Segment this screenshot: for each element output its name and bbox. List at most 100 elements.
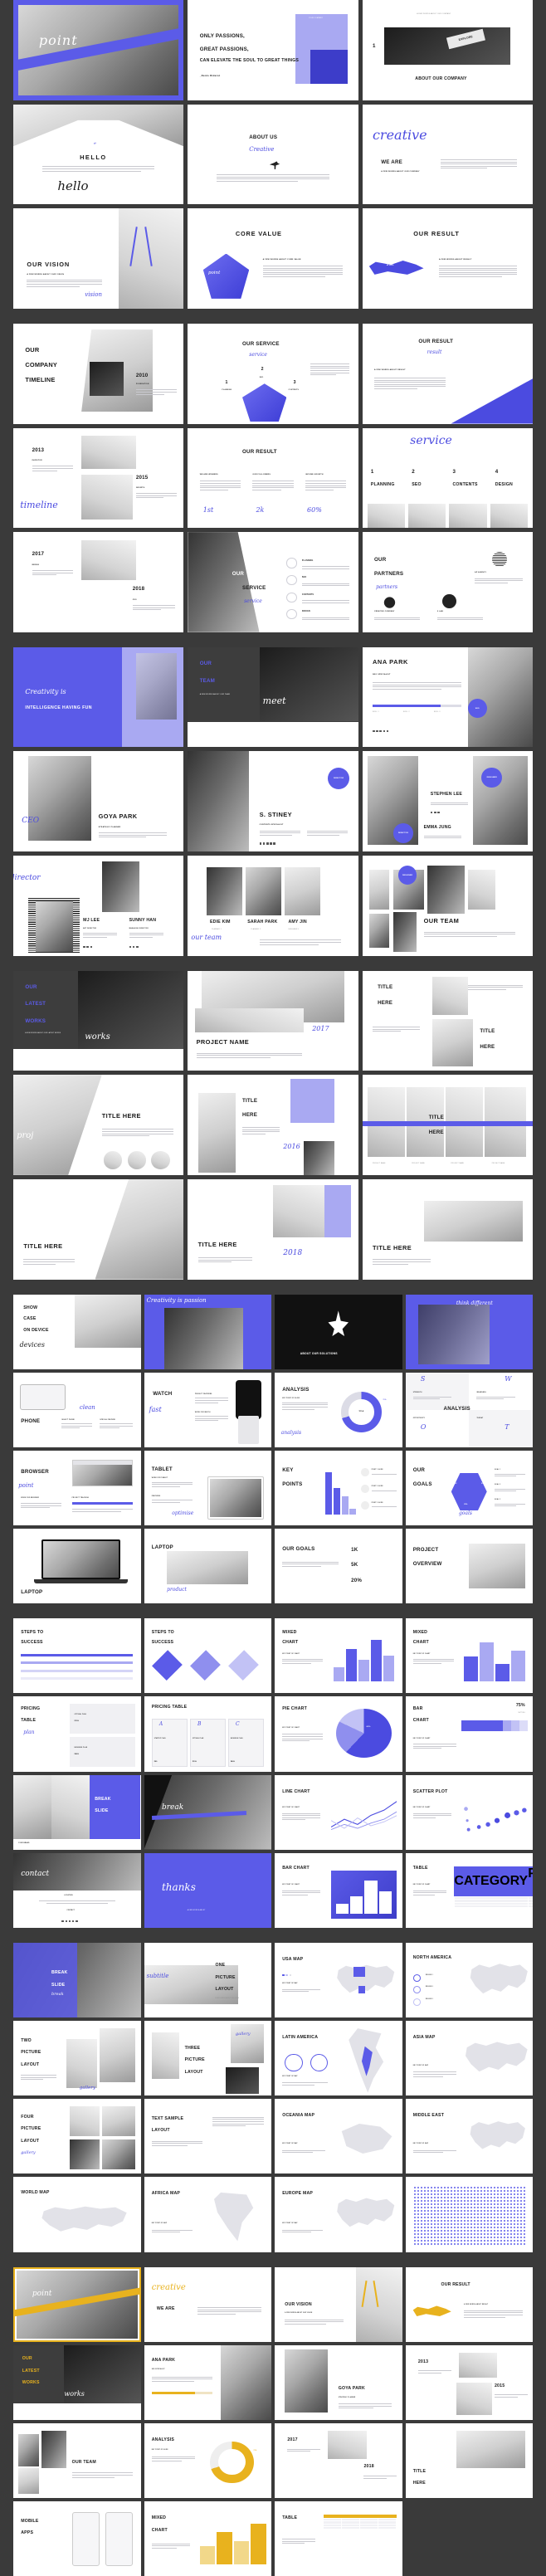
slide-gold-cover[interactable]: point	[13, 2266, 141, 2342]
slide-thanks[interactable]: thanks A FEW WORDS ABOUT	[144, 1852, 271, 1928]
slide-creative[interactable]: creative WE ARE A FEW WORDS ABOUT OUR CO…	[362, 104, 533, 205]
slide-break-slide-maps[interactable]: BREAK SLIDE break	[13, 1942, 141, 2018]
slide-analysis-donut[interactable]: ANALYSIS KEY POINT OF SLIDE TITLE 70% an…	[275, 1372, 402, 1447]
slide-project-name[interactable]: PROJECT NAME 2017	[188, 970, 358, 1071]
ana-social-icons[interactable]	[372, 729, 389, 733]
slide-europe-map[interactable]: EUROPE MAP KEY POINT OF MAP	[275, 2177, 402, 2252]
slide-watch[interactable]: WATCH fast PROJECT FEATURES WORK FOR WAT…	[144, 1372, 271, 1447]
slide-bar-chart-top[interactable]: BAR CHART 75% SETTING KEY POINT OF CHART	[405, 1696, 533, 1772]
slide-our-goals-stats[interactable]: OUR GOALS 1K 5K 20%	[275, 1529, 402, 1604]
slide-our-result[interactable]: OUR RESULT 1st A FEW WORDS ABOUT RESULT	[362, 208, 533, 309]
slide-pie-chart[interactable]: PIE CHART KEY POINT OF CHART 62%	[275, 1696, 402, 1772]
slide-ana-park[interactable]: ANA PARK SEO SPECIALIST SKILL 1 SKILL 2 …	[362, 646, 533, 748]
slide-our-partners[interactable]: OUR PARTNERS partners AP AGENCY CREATIVE…	[362, 532, 533, 632]
slide-core-value[interactable]: CORE VALUE point A FEW WORDS ABOUT CORE …	[188, 208, 358, 309]
slide-tablet[interactable]: TABLET WORK FOR TABLET FEATURES optimise	[144, 1450, 271, 1526]
slide-key-points[interactable]: KEY POINTS POINT 1 SLIDE POINT 2 SLIDE P…	[275, 1450, 402, 1526]
slide-mixed-chart-2[interactable]: MIXED CHART KEY POINT OF CHART	[405, 1618, 533, 1694]
slide-text-sample[interactable]: TEXT SAMPLE LAYOUT	[144, 2099, 271, 2174]
slide-middle-east-map[interactable]: MIDDLE EAST KEY POINT OF MAP	[405, 2099, 533, 2174]
slide-stephen-emma[interactable]: STEPHEN LEE EMMA JUNG DESIGNER DIRECTOR	[362, 751, 533, 851]
slide-latin-america-map[interactable]: LATIN AMERICA KEY POINT OF MAP	[275, 2021, 402, 2096]
slide-title-here-3[interactable]: TITLE HERE	[13, 1178, 184, 1280]
slide-africa-map[interactable]: AFRICA MAP KEY POINT OF MAP	[144, 2177, 271, 2252]
slide-pricing-table-1[interactable]: PRICING TABLE plan OPTIMAL PLAN $199 BUS…	[13, 1696, 141, 1772]
slide-gold-analysis[interactable]: ANALYSIS KEY POINT OF SLIDE 70%	[144, 2422, 271, 2499]
slide-usa-map[interactable]: USA MAP KEY POINT OF MAP	[275, 1942, 402, 2018]
slide-directors[interactable]: director MJ LEE ART DIRECTOR SUNNY HAN M…	[13, 856, 184, 956]
slide-gold-our-result[interactable]: OUR RESULT A FEW WORDS ABOUT RESULT	[405, 2266, 533, 2342]
slide-gold-timeline-2[interactable]: 2017 2018	[275, 2422, 402, 2499]
slide-contact[interactable]: contact LOCATION CONTACT	[13, 1852, 141, 1928]
slide-gold-title-here[interactable]: TITLE HERE	[405, 2422, 533, 2499]
slide-mockup-person[interactable]: Creativity is passion	[144, 1294, 271, 1369]
slide-gold-our-vision[interactable]: OUR VISION A FEW WORDS ABOUT OUR VISION	[275, 2266, 402, 2342]
slide-laptop[interactable]: LAPTOP	[13, 1529, 141, 1604]
slide-s-stiney[interactable]: S. STINEY CONTENTS SPECIALIST DIRECTOR	[188, 751, 358, 851]
slide-our-service[interactable]: OUR SERVICE service 1 PLANNING 2 SEO 3 C…	[188, 323, 358, 424]
slide-our-team-3[interactable]: EDIE KIM PLANNER 1 SARAH PARK PLANNER 2 …	[188, 856, 358, 956]
slide-meet-our-team[interactable]: OUR TEAM A FEW WORDS ABOUT OUR TEAM meet	[188, 646, 358, 748]
slide-gold-mixed-chart[interactable]: MIXED CHART	[144, 2501, 271, 2576]
slide-about-solutions[interactable]: ABOUT OUR SOLUTIONS	[275, 1294, 402, 1369]
slide-break-photo[interactable]: break	[144, 1774, 271, 1850]
slide-north-america-map[interactable]: NORTH AMERICA REGION 1 REGION 2 REGION 3	[405, 1942, 533, 2018]
slide-quote[interactable]: YOUR COMPANY ONLY PASSIONS, GREAT PASSIO…	[188, 0, 358, 100]
slide-timeline-2013[interactable]: 2013 INVESTOR 2015 GROWTH timeline	[13, 427, 184, 529]
contact-social-icons[interactable]	[61, 1920, 78, 1923]
slide-hello[interactable]: “ HELLO hello	[13, 104, 184, 205]
slide-latest-works[interactable]: OUR LATEST WORKS A FEW WORDS ABOUT OUR L…	[13, 970, 184, 1071]
slide-four-picture-layout[interactable]: FOUR PICTURE LAYOUT gallery	[13, 2099, 141, 2174]
slide-one-picture-layout[interactable]: subtitle ONE PICTURE LAYOUT A FEW WORDS …	[144, 1942, 271, 2018]
slide-our-result-chart[interactable]: OUR RESULT result A FEW WORDS ABOUT RESU…	[362, 323, 533, 424]
slide-title-here-2016[interactable]: TITLE HERE 2016	[188, 1075, 358, 1175]
slide-our-goals[interactable]: OUR GOALS 1X 5X 20% GOAL 1 GOAL 2 GOAL 3…	[405, 1450, 533, 1526]
slide-scatter-plot[interactable]: SCATTER PLOT KEY POINT OF CHART	[405, 1774, 533, 1850]
slide-gold-goya-park[interactable]: GOYA PARK STRATEGIC PLANNER	[275, 2344, 402, 2420]
slide-laptop-2[interactable]: LAPTOP product	[144, 1529, 271, 1604]
slide-browser[interactable]: BROWSER point WORK FOR BROWSER PROJECT T…	[13, 1450, 141, 1526]
slide-timeline-2017[interactable]: 2017 MERGE 2018 CEO	[13, 532, 184, 632]
slide-table[interactable]: TABLE KEY POINT OF CHART CATEGORY PRODUC…	[405, 1852, 533, 1928]
stiney-social-icons[interactable]	[259, 842, 275, 845]
slide-cover[interactable]: point	[13, 0, 184, 100]
slide-company-timeline[interactable]: OUR COMPANY TIMELINE 2010 FOUNDATION	[13, 323, 184, 424]
slide-gold-our-team[interactable]: OUR TEAM	[13, 2422, 141, 2499]
slide-service-4[interactable]: service 1 PLANNING 2 SEO 3 CONTENTS 4 DE…	[362, 427, 533, 529]
slide-title-here-5[interactable]: TITLE HERE	[362, 1178, 533, 1280]
mjlee-social-icons[interactable]	[83, 945, 93, 949]
slide-gold-latest-works[interactable]: OUR LATEST WORKS works	[13, 2344, 141, 2420]
slide-title-here-4[interactable]: TITLE HERE 2018	[188, 1178, 358, 1280]
slide-project-overview[interactable]: PROJECT OVERVIEW	[405, 1529, 533, 1604]
slide-asia-map[interactable]: ASIA MAP KEY POINT OF MAP	[405, 2021, 533, 2096]
slide-line-chart[interactable]: LINE CHART KEY POINT OF CHART	[275, 1774, 402, 1850]
slide-our-vision[interactable]: OUR VISION A FEW WORDS ABOUT OUR VISION …	[13, 208, 184, 309]
slide-dot-pattern[interactable]	[405, 2177, 533, 2252]
slide-steps-to-success-1[interactable]: STEPS TO SUCCESS	[13, 1618, 141, 1694]
slide-gold-table[interactable]: TABLE	[275, 2501, 402, 2576]
slide-gold-creative[interactable]: creative WE ARE	[144, 2266, 271, 2342]
sunnyhan-social-icons[interactable]	[129, 945, 139, 949]
slide-show-case[interactable]: SHOW CASE ON DEVICE devices	[13, 1294, 141, 1369]
slide-our-service-list[interactable]: OUR SERVICE service PLANNING SEO CONTENT…	[188, 532, 358, 632]
slide-phone[interactable]: clean PHONE SELECT PHONE SPECIAL FEATURE	[13, 1372, 141, 1447]
slide-result-stats[interactable]: OUR RESULT WE ARE WINNERS 1st OUR FOLLOW…	[188, 427, 358, 529]
slide-think-different[interactable]: think different	[405, 1294, 533, 1369]
slide-three-picture-layout[interactable]: THREE PICTURE LAYOUT gallery	[144, 2021, 271, 2096]
slide-break-slide[interactable]: BREAK SLIDE YOUR BRAND	[13, 1774, 141, 1850]
slide-creativity-quote[interactable]: Creativity is INTELLIGENCE HAVING FUN	[13, 646, 184, 748]
slide-swot-analysis[interactable]: S STRENGTH W WEAKNESS ANALYSIS O OPPORTU…	[405, 1372, 533, 1447]
stephen-social-icons[interactable]	[430, 811, 440, 814]
slide-oceania-map[interactable]: OCEANIA MAP KEY POINT OF MAP	[275, 2099, 402, 2174]
slide-pricing-table-2[interactable]: PRICING TABLE A STARTUP PLAN $99 B OPTIM…	[144, 1696, 271, 1772]
slide-bar-chart-2[interactable]: BAR CHART KEY POINT OF CHART	[275, 1852, 402, 1928]
slide-gold-timeline[interactable]: 2013 2015	[405, 2344, 533, 2420]
slide-title-here-1[interactable]: TITLE HERE TITLE HERE	[362, 970, 533, 1071]
slide-gold-mobile-apps[interactable]: MOBILE APPS	[13, 2501, 141, 2576]
slide-our-team-grid[interactable]: OUR TEAM DESIGNER	[362, 856, 533, 956]
slide-title-here-strike[interactable]: TITLE HERE PROJECT NAME PROJECT NAME PRO…	[362, 1075, 533, 1175]
slide-about-us[interactable]: ABOUT US Creative	[188, 104, 358, 205]
slide-mixed-chart-1[interactable]: MIXED CHART KEY POINT OF CHART	[275, 1618, 402, 1694]
slide-two-picture-layout[interactable]: TWO PICTURE LAYOUT gallery	[13, 2021, 141, 2096]
slide-steps-to-success-2[interactable]: STEPS TO SUCCESS	[144, 1618, 271, 1694]
